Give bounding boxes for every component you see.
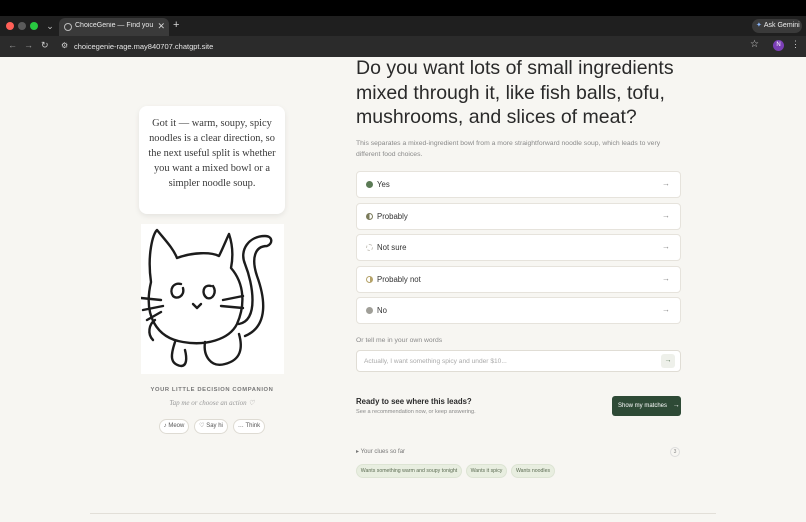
half-circle-icon	[366, 213, 373, 220]
cat-mascot-image[interactable]	[139, 224, 284, 374]
answer-option-probably-not[interactable]: Probably not →	[356, 266, 681, 293]
send-arrow-icon[interactable]: →	[661, 354, 675, 368]
option-label: Probably	[377, 212, 408, 221]
arrow-right-icon: →	[662, 274, 670, 283]
show-matches-label: Show my matches	[618, 403, 668, 409]
own-words-input[interactable]	[356, 350, 681, 372]
answer-option-probably[interactable]: Probably →	[356, 203, 681, 230]
site-info-icon[interactable]: ⚙	[61, 41, 68, 50]
say-hi-label: Say hi	[206, 423, 223, 429]
option-label: Yes	[377, 180, 390, 189]
companion-label: YOUR LITTLE DECISION COMPANION	[150, 387, 274, 393]
clues-toggle[interactable]: ▸ Your clues so far	[356, 448, 405, 455]
favicon-icon	[64, 23, 72, 31]
profile-avatar[interactable]: N	[773, 40, 784, 51]
cat-drawing-icon	[139, 228, 273, 368]
minimize-window-button[interactable]	[18, 22, 26, 30]
companion-hint: Tap me or choose an action ♡	[169, 399, 255, 407]
arrow-right-icon: →	[662, 242, 670, 251]
companion-message: Got it — warm, soupy, spicy noodles is a…	[148, 118, 276, 189]
question-title: Do you want lots of small ingredients mi…	[356, 57, 674, 128]
maximize-window-button[interactable]	[30, 22, 38, 30]
arrow-right-icon: →	[662, 211, 670, 220]
bookmark-star-icon[interactable]: ☆	[750, 39, 759, 50]
clue-chip: Wants noodles	[511, 464, 555, 478]
tab-title: ChoiceGenie — Find your cla	[75, 22, 153, 29]
partial-circle-icon	[366, 276, 373, 283]
clue-chip: Wants something warm and soupy tonight	[356, 464, 462, 478]
show-matches-button[interactable]: Show my matches →	[612, 396, 681, 416]
more-menu-icon[interactable]: ⋮	[791, 39, 800, 50]
tab-search-icon[interactable]: ⌄	[44, 19, 56, 33]
tab-strip: ⌄ ChoiceGenie — Find your cla ✕ + ✦Ask G…	[0, 16, 806, 36]
think-label: Think	[245, 423, 261, 429]
gemini-sparkle-icon: ✦	[756, 22, 762, 29]
ask-gemini-label: Ask Gemini	[763, 22, 800, 29]
heart-icon: ♡	[199, 423, 205, 429]
ellipsis-icon: …	[237, 423, 244, 429]
answer-option-not-sure[interactable]: Not sure →	[356, 234, 681, 261]
back-icon[interactable]: ←	[8, 40, 17, 50]
answer-option-no[interactable]: No →	[356, 297, 681, 324]
close-tab-icon[interactable]: ✕	[157, 21, 165, 32]
say-hi-button[interactable]: ♡ Say hi	[194, 419, 228, 434]
window-top-bar	[0, 0, 806, 16]
forward-icon[interactable]: →	[24, 40, 33, 50]
arrow-right-icon: →	[662, 179, 670, 188]
grey-circle-icon	[366, 307, 373, 314]
browser-tab[interactable]: ChoiceGenie — Find your cla ✕	[59, 18, 169, 36]
address-bar[interactable]: ⚙ choicegenie-rage.may840707.chatgpt.sit…	[57, 39, 767, 54]
own-words-label: Or tell me in your own words	[356, 337, 443, 344]
arrow-right-icon: →	[662, 305, 670, 314]
ready-title: Ready to see where this leads?	[356, 397, 472, 406]
music-note-icon: ♪	[163, 423, 167, 429]
arrow-right-icon: →	[672, 402, 680, 409]
option-label: Probably not	[377, 275, 421, 284]
think-button[interactable]: … Think	[233, 419, 265, 434]
close-window-button[interactable]	[6, 22, 14, 30]
full-circle-icon	[366, 181, 373, 188]
answer-option-yes[interactable]: Yes →	[356, 171, 681, 198]
ask-gemini-button[interactable]: ✦ Ask Gemini	[752, 19, 802, 33]
option-label: No	[377, 306, 387, 315]
ready-subtitle: See a recommendation now, or keep answer…	[356, 409, 476, 415]
clues-count-badge: 3	[670, 447, 680, 457]
clue-chip: Wants it spicy	[466, 464, 507, 478]
footer-divider	[90, 513, 716, 514]
companion-speech-bubble: Got it — warm, soupy, spicy noodles is a…	[139, 106, 285, 214]
option-label: Not sure	[377, 243, 407, 252]
reload-icon[interactable]: ↻	[41, 40, 49, 51]
meow-label: Meow	[168, 423, 185, 429]
url-text: choicegenie-rage.may840707.chatgpt.site	[74, 42, 214, 51]
empty-circle-icon	[366, 244, 373, 251]
new-tab-icon[interactable]: +	[173, 19, 179, 31]
meow-button[interactable]: ♪ Meow	[159, 419, 189, 434]
question-description: This separates a mixed-ingredient bowl f…	[356, 140, 661, 158]
browser-toolbar: ← → ↻ ⚙ choicegenie-rage.may840707.chatg…	[0, 36, 806, 57]
